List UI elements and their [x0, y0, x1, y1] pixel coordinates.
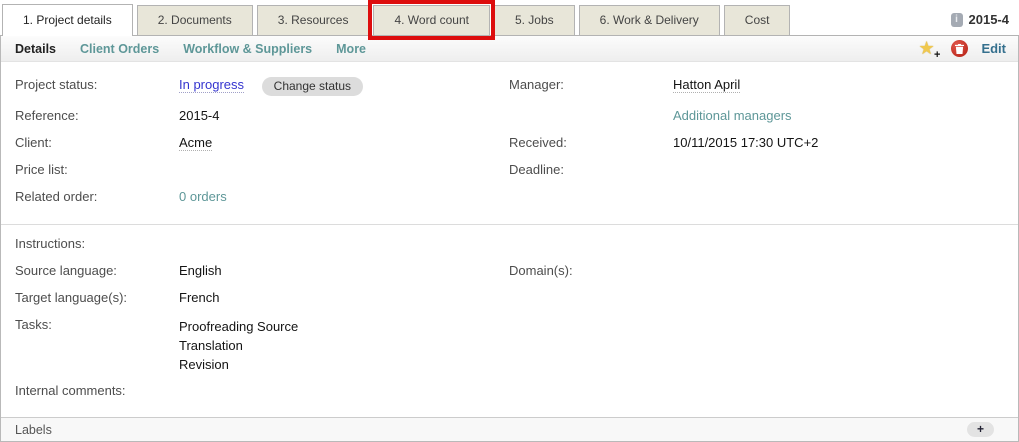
empty-label: [509, 235, 673, 236]
main-container: Details Client Orders Workflow & Supplie…: [0, 36, 1019, 442]
labels-bar: Labels +: [1, 417, 1018, 441]
source-language-label: Source language:: [15, 262, 179, 278]
internal-comments-label: Internal comments:: [15, 382, 179, 398]
row-sourcelang-domains: Source language: English Domain(s):: [15, 262, 1004, 289]
plus-overlay-icon: +: [934, 50, 940, 60]
empty-label: [509, 316, 673, 317]
related-order-cell: 0 orders: [179, 188, 509, 204]
tab-bar: 1. Project details 2. Documents 3. Resou…: [0, 0, 1019, 36]
empty-value: [673, 316, 1004, 317]
received-value: 10/11/2015 17:30 UTC+2: [673, 134, 1004, 150]
trash-glyph: [955, 44, 964, 54]
tab-word-count[interactable]: 4. Word count: [373, 5, 489, 35]
project-status-cell: In progress Change status: [179, 76, 509, 96]
price-list-label: Price list:: [15, 161, 179, 177]
row-instructions: Instructions:: [15, 235, 1004, 262]
task-item: Revision: [179, 355, 509, 374]
row-tasks: Tasks: Proofreading Source Translation R…: [15, 316, 1004, 374]
tab-jobs[interactable]: 5. Jobs: [494, 5, 575, 35]
subnav-actions: ★+ Edit: [918, 39, 1006, 58]
reference-label: Reference:: [15, 107, 179, 123]
tasks-list: Proofreading Source Translation Revision: [179, 316, 509, 374]
manager-cell: Hatton April: [673, 76, 1004, 92]
task-item: Translation: [179, 336, 509, 355]
target-languages-value: French: [179, 289, 509, 305]
project-status-value[interactable]: In progress: [179, 77, 244, 93]
source-language-value: English: [179, 262, 509, 278]
target-languages-label: Target language(s):: [15, 289, 179, 305]
empty-label: [509, 188, 673, 189]
tasks-label: Tasks:: [15, 316, 179, 332]
tab-cost[interactable]: Cost: [724, 5, 791, 35]
empty-label: [509, 289, 673, 290]
empty-value: [673, 382, 1004, 383]
reference-value: 2015-4: [179, 107, 509, 123]
row-targetlang: Target language(s): French: [15, 289, 1004, 316]
section-divider: [1, 224, 1018, 225]
details-panel: Project status: In progress Change statu…: [1, 62, 1018, 417]
row-status-manager: Project status: In progress Change statu…: [15, 76, 1004, 107]
empty-value: [673, 289, 1004, 290]
tab-work-delivery[interactable]: 6. Work & Delivery: [579, 5, 720, 35]
client-cell: Acme: [179, 134, 509, 150]
labels-title: Labels: [15, 423, 52, 437]
empty-value: [673, 188, 1004, 189]
favorite-star-add-icon[interactable]: ★+: [918, 39, 938, 58]
row-related-order: Related order: 0 orders: [15, 188, 1004, 215]
deadline-value: [673, 161, 1004, 162]
subnav-client-orders[interactable]: Client Orders: [80, 42, 159, 56]
sub-navigation: Details Client Orders Workflow & Supplie…: [1, 36, 1018, 62]
project-reference-badge: i 2015-4: [951, 12, 1009, 27]
row-internal-comments: Internal comments:: [15, 382, 1004, 409]
subnav-workflow-suppliers[interactable]: Workflow & Suppliers: [183, 42, 312, 56]
tab-resources[interactable]: 3. Resources: [257, 5, 370, 35]
subnav-more[interactable]: More: [336, 42, 366, 56]
price-list-value: [179, 161, 509, 162]
tab-project-details[interactable]: 1. Project details: [2, 4, 133, 36]
related-order-link[interactable]: 0 orders: [179, 189, 227, 204]
row-pricelist-deadline: Price list: Deadline:: [15, 161, 1004, 188]
additional-managers-link[interactable]: Additional managers: [673, 108, 792, 123]
tab-documents[interactable]: 2. Documents: [137, 5, 253, 35]
empty-label: [509, 382, 673, 383]
info-icon: i: [951, 13, 963, 27]
task-item: Proofreading Source: [179, 317, 509, 336]
row-reference-addmanagers: Reference: 2015-4 Additional managers: [15, 107, 1004, 134]
subnav-details[interactable]: Details: [15, 42, 56, 56]
change-status-button[interactable]: Change status: [262, 77, 363, 96]
edit-button[interactable]: Edit: [981, 41, 1006, 56]
domains-value: [673, 262, 1004, 263]
instructions-value: [179, 235, 509, 236]
manager-value[interactable]: Hatton April: [673, 77, 740, 93]
deadline-label: Deadline:: [509, 161, 673, 177]
domains-label: Domain(s):: [509, 262, 673, 278]
row-client-received: Client: Acme Received: 10/11/2015 17:30 …: [15, 134, 1004, 161]
empty-label: [509, 107, 673, 108]
delete-trash-icon[interactable]: [951, 40, 968, 57]
client-value[interactable]: Acme: [179, 135, 212, 151]
client-label: Client:: [15, 134, 179, 150]
empty-value: [673, 235, 1004, 236]
project-status-label: Project status:: [15, 76, 179, 92]
instructions-label: Instructions:: [15, 235, 179, 251]
manager-label: Manager:: [509, 76, 673, 92]
received-label: Received:: [509, 134, 673, 150]
project-reference-text: 2015-4: [969, 12, 1009, 27]
related-order-label: Related order:: [15, 188, 179, 204]
additional-managers-cell: Additional managers: [673, 107, 1004, 123]
add-label-button[interactable]: +: [967, 422, 994, 437]
internal-comments-value: [179, 382, 509, 383]
